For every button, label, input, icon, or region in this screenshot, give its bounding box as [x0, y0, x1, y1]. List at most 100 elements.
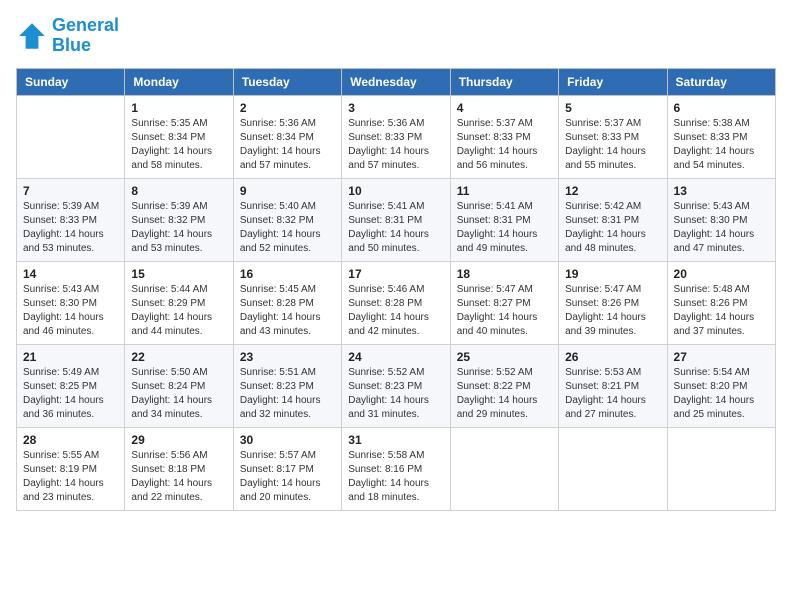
day-number: 29 — [131, 433, 226, 447]
day-info: Sunrise: 5:48 AM Sunset: 8:26 PM Dayligh… — [674, 283, 769, 339]
day-number: 15 — [131, 267, 226, 281]
day-info: Sunrise: 5:43 AM Sunset: 8:30 PM Dayligh… — [674, 200, 769, 256]
day-info: Sunrise: 5:41 AM Sunset: 8:31 PM Dayligh… — [348, 200, 443, 256]
weekday-header-friday: Friday — [559, 68, 667, 95]
calendar-cell — [559, 427, 667, 510]
day-info: Sunrise: 5:45 AM Sunset: 8:28 PM Dayligh… — [240, 283, 335, 339]
day-number: 7 — [23, 184, 118, 198]
day-number: 14 — [23, 267, 118, 281]
calendar-body: 1 Sunrise: 5:35 AM Sunset: 8:34 PM Daylig… — [17, 95, 776, 510]
calendar-cell: 23 Sunrise: 5:51 AM Sunset: 8:23 PM Dayli… — [233, 344, 341, 427]
day-info: Sunrise: 5:47 AM Sunset: 8:27 PM Dayligh… — [457, 283, 552, 339]
day-number: 26 — [565, 350, 660, 364]
calendar-cell: 15Sunrise: 5:44 AM Sunset: 8:29 PM Dayli… — [125, 261, 233, 344]
day-number: 21 — [23, 350, 118, 364]
day-number: 1 — [131, 101, 226, 115]
calendar-cell — [667, 427, 775, 510]
calendar-cell: 4Sunrise: 5:37 AM Sunset: 8:33 PM Daylig… — [450, 95, 558, 178]
calendar-cell — [450, 427, 558, 510]
day-info: Sunrise: 5:39 AM Sunset: 8:32 PM Dayligh… — [131, 200, 226, 256]
day-number: 6 — [674, 101, 769, 115]
day-info: Sunrise: 5:42 AM Sunset: 8:31 PM Dayligh… — [565, 200, 660, 256]
weekday-header-monday: Monday — [125, 68, 233, 95]
day-number: 22 — [131, 350, 226, 364]
day-info: Sunrise: 5:35 AM Sunset: 8:34 PM Dayligh… — [131, 117, 226, 173]
day-number: 11 — [457, 184, 552, 198]
calendar-week-4: 21Sunrise: 5:49 AM Sunset: 8:25 PM Dayli… — [17, 344, 776, 427]
calendar-cell: 26 Sunrise: 5:53 AM Sunset: 8:21 PM Dayli… — [559, 344, 667, 427]
day-info: Sunrise: 5:46 AM Sunset: 8:28 PM Dayligh… — [348, 283, 443, 339]
day-number: 9 — [240, 184, 335, 198]
calendar-cell: 3Sunrise: 5:36 AM Sunset: 8:33 PM Daylig… — [342, 95, 450, 178]
day-info: Sunrise: 5:52 AM Sunset: 8:23 PM Dayligh… — [348, 366, 443, 422]
calendar-cell: 13 Sunrise: 5:43 AM Sunset: 8:30 PM Dayli… — [667, 178, 775, 261]
calendar-cell: 6Sunrise: 5:38 AM Sunset: 8:33 PM Daylig… — [667, 95, 775, 178]
day-number: 23 — [240, 350, 335, 364]
page-header: General Blue — [16, 16, 776, 56]
weekday-header-sunday: Sunday — [17, 68, 125, 95]
day-number: 4 — [457, 101, 552, 115]
calendar-cell: 21Sunrise: 5:49 AM Sunset: 8:25 PM Dayli… — [17, 344, 125, 427]
day-info: Sunrise: 5:36 AM Sunset: 8:34 PM Dayligh… — [240, 117, 335, 173]
calendar-cell: 16 Sunrise: 5:45 AM Sunset: 8:28 PM Dayli… — [233, 261, 341, 344]
weekday-header-thursday: Thursday — [450, 68, 558, 95]
calendar-cell: 30 Sunrise: 5:57 AM Sunset: 8:17 PM Dayli… — [233, 427, 341, 510]
day-number: 8 — [131, 184, 226, 198]
calendar-week-3: 14 Sunrise: 5:43 AM Sunset: 8:30 PM Dayli… — [17, 261, 776, 344]
day-number: 24 — [348, 350, 443, 364]
calendar-cell: 12Sunrise: 5:42 AM Sunset: 8:31 PM Dayli… — [559, 178, 667, 261]
day-info: Sunrise: 5:50 AM Sunset: 8:24 PM Dayligh… — [131, 366, 226, 422]
day-number: 19 — [565, 267, 660, 281]
day-number: 10 — [348, 184, 443, 198]
day-number: 13 — [674, 184, 769, 198]
calendar-table: SundayMondayTuesdayWednesdayThursdayFrid… — [16, 68, 776, 511]
day-number: 30 — [240, 433, 335, 447]
day-info: Sunrise: 5:54 AM Sunset: 8:20 PM Dayligh… — [674, 366, 769, 422]
calendar-week-5: 28Sunrise: 5:55 AM Sunset: 8:19 PM Dayli… — [17, 427, 776, 510]
weekday-header-saturday: Saturday — [667, 68, 775, 95]
day-number: 16 — [240, 267, 335, 281]
day-info: Sunrise: 5:51 AM Sunset: 8:23 PM Dayligh… — [240, 366, 335, 422]
day-info: Sunrise: 5:37 AM Sunset: 8:33 PM Dayligh… — [565, 117, 660, 173]
logo: General Blue — [16, 16, 119, 56]
calendar-cell: 29 Sunrise: 5:56 AM Sunset: 8:18 PM Dayli… — [125, 427, 233, 510]
calendar-cell: 28Sunrise: 5:55 AM Sunset: 8:19 PM Dayli… — [17, 427, 125, 510]
calendar-cell: 10 Sunrise: 5:41 AM Sunset: 8:31 PM Dayli… — [342, 178, 450, 261]
logo-icon — [16, 20, 48, 52]
calendar-cell: 8 Sunrise: 5:39 AM Sunset: 8:32 PM Daylig… — [125, 178, 233, 261]
logo-text: General Blue — [52, 16, 119, 56]
calendar-cell: 27 Sunrise: 5:54 AM Sunset: 8:20 PM Dayli… — [667, 344, 775, 427]
calendar-cell — [17, 95, 125, 178]
calendar-cell: 5 Sunrise: 5:37 AM Sunset: 8:33 PM Daylig… — [559, 95, 667, 178]
calendar-cell: 25Sunrise: 5:52 AM Sunset: 8:22 PM Dayli… — [450, 344, 558, 427]
calendar-cell: 24 Sunrise: 5:52 AM Sunset: 8:23 PM Dayli… — [342, 344, 450, 427]
day-number: 27 — [674, 350, 769, 364]
day-info: Sunrise: 5:56 AM Sunset: 8:18 PM Dayligh… — [131, 449, 226, 505]
calendar-cell: 17 Sunrise: 5:46 AM Sunset: 8:28 PM Dayli… — [342, 261, 450, 344]
day-info: Sunrise: 5:36 AM Sunset: 8:33 PM Dayligh… — [348, 117, 443, 173]
day-info: Sunrise: 5:58 AM Sunset: 8:16 PM Dayligh… — [348, 449, 443, 505]
day-number: 31 — [348, 433, 443, 447]
day-number: 17 — [348, 267, 443, 281]
calendar-cell: 18 Sunrise: 5:47 AM Sunset: 8:27 PM Dayli… — [450, 261, 558, 344]
calendar-cell: 11Sunrise: 5:41 AM Sunset: 8:31 PM Dayli… — [450, 178, 558, 261]
day-info: Sunrise: 5:57 AM Sunset: 8:17 PM Dayligh… — [240, 449, 335, 505]
day-number: 25 — [457, 350, 552, 364]
weekday-header-tuesday: Tuesday — [233, 68, 341, 95]
calendar-cell: 7 Sunrise: 5:39 AM Sunset: 8:33 PM Daylig… — [17, 178, 125, 261]
weekday-header-wednesday: Wednesday — [342, 68, 450, 95]
day-number: 5 — [565, 101, 660, 115]
day-number: 18 — [457, 267, 552, 281]
calendar-cell: 31 Sunrise: 5:58 AM Sunset: 8:16 PM Dayli… — [342, 427, 450, 510]
day-info: Sunrise: 5:39 AM Sunset: 8:33 PM Dayligh… — [23, 200, 118, 256]
calendar-cell: 20Sunrise: 5:48 AM Sunset: 8:26 PM Dayli… — [667, 261, 775, 344]
day-info: Sunrise: 5:55 AM Sunset: 8:19 PM Dayligh… — [23, 449, 118, 505]
day-info: Sunrise: 5:43 AM Sunset: 8:30 PM Dayligh… — [23, 283, 118, 339]
day-info: Sunrise: 5:47 AM Sunset: 8:26 PM Dayligh… — [565, 283, 660, 339]
day-number: 2 — [240, 101, 335, 115]
calendar-cell: 19 Sunrise: 5:47 AM Sunset: 8:26 PM Dayli… — [559, 261, 667, 344]
calendar-cell: 2 Sunrise: 5:36 AM Sunset: 8:34 PM Daylig… — [233, 95, 341, 178]
day-info: Sunrise: 5:40 AM Sunset: 8:32 PM Dayligh… — [240, 200, 335, 256]
calendar-cell: 14 Sunrise: 5:43 AM Sunset: 8:30 PM Dayli… — [17, 261, 125, 344]
day-info: Sunrise: 5:53 AM Sunset: 8:21 PM Dayligh… — [565, 366, 660, 422]
